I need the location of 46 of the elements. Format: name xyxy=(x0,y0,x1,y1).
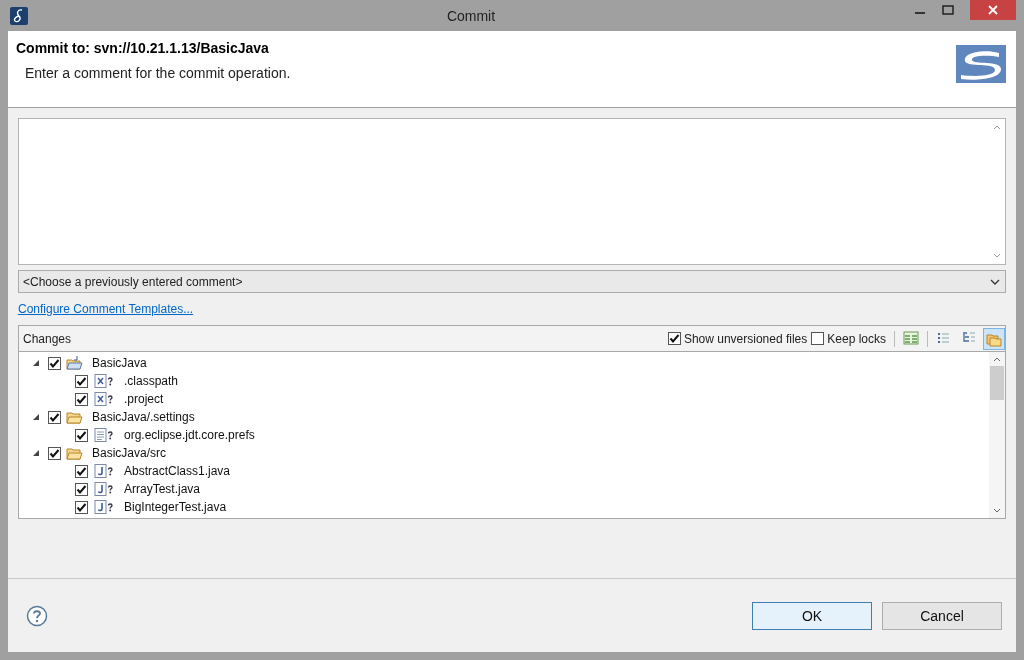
close-icon xyxy=(987,4,999,16)
checkbox-label: Show unversioned files xyxy=(683,331,808,346)
comment-field[interactable] xyxy=(18,118,1006,265)
folder-name[interactable]: BasicJava xyxy=(92,356,147,370)
checkbox[interactable] xyxy=(75,500,88,514)
svn-logo-icon xyxy=(955,44,1007,84)
file-name[interactable]: org.eclipse.jdt.core.prefs xyxy=(124,428,255,442)
file-name[interactable]: .project xyxy=(124,392,164,406)
dialog-message: Enter a comment for the commit operation. xyxy=(25,65,291,81)
dialog-button[interactable]: Cancel xyxy=(882,601,1002,630)
scrollbar[interactable] xyxy=(989,352,1005,518)
scroll-up-icon[interactable] xyxy=(993,356,1001,362)
checkbox[interactable] xyxy=(48,356,61,370)
checkbox[interactable] xyxy=(667,332,681,345)
checkbox[interactable] xyxy=(75,374,88,388)
folder-icon xyxy=(66,445,83,461)
checkbox[interactable] xyxy=(48,446,61,460)
folder-icon xyxy=(66,409,83,425)
checkbox[interactable] xyxy=(75,464,88,478)
configure-templates-link[interactable]: Configure Comment Templates... xyxy=(18,302,194,316)
project-folder-icon xyxy=(66,355,83,371)
checkbox-label: Keep locks xyxy=(827,331,886,346)
scroll-down-icon[interactable] xyxy=(993,253,1001,259)
scroll-up-icon[interactable] xyxy=(993,124,1001,130)
panel-title: Changes xyxy=(23,331,73,346)
maximize-icon[interactable] xyxy=(942,4,954,16)
app-logo-icon xyxy=(10,6,28,25)
checkbox[interactable] xyxy=(75,428,88,442)
checkbox[interactable] xyxy=(811,332,825,345)
close-button[interactable] xyxy=(970,0,1016,20)
checkbox[interactable] xyxy=(48,410,61,424)
scroll-down-icon[interactable] xyxy=(993,508,1001,514)
folder-name[interactable]: BasicJava/.settings xyxy=(92,410,195,424)
file-name[interactable]: .classpath xyxy=(124,374,179,388)
file-name[interactable]: BigIntegerTest.java xyxy=(124,500,227,514)
file-name[interactable]: AbstractClass1.java xyxy=(124,464,231,478)
help-icon[interactable] xyxy=(26,604,48,627)
checkbox[interactable] xyxy=(75,392,88,406)
previous-comment-dropdown[interactable]: <Choose a previously entered comment> xyxy=(18,270,1006,293)
dialog-button[interactable]: OK xyxy=(752,601,872,630)
window-title: Commit xyxy=(445,7,497,24)
dialog-title: Commit to: svn://10.21.1.13/BasicJava xyxy=(16,40,270,56)
folder-name[interactable]: BasicJava/src xyxy=(92,446,167,460)
file-name[interactable]: ArrayTest.java xyxy=(124,482,201,496)
scroll-thumb[interactable] xyxy=(990,366,1004,400)
checkbox[interactable] xyxy=(75,482,88,496)
